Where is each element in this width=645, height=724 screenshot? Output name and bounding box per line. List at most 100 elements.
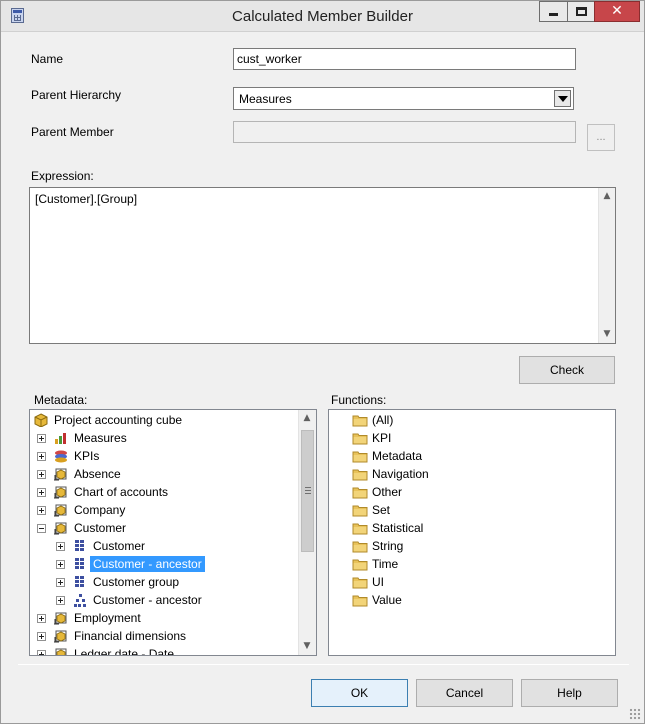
tree-row[interactable]: Value — [329, 591, 613, 609]
expand-icon[interactable] — [56, 560, 65, 569]
tree-item-label[interactable]: (All) — [369, 412, 396, 428]
folder-icon — [352, 485, 368, 499]
tree-item-label[interactable]: Absence — [71, 466, 124, 482]
metadata-scrollbar[interactable]: ▲ ▼ — [298, 410, 316, 655]
cancel-button[interactable]: Cancel — [416, 679, 513, 707]
thumb-grip — [305, 490, 311, 491]
resize-grip-icon[interactable] — [629, 708, 641, 720]
expand-icon[interactable] — [37, 506, 46, 515]
dimension-icon — [54, 647, 68, 655]
ok-button[interactable]: OK — [311, 679, 408, 707]
check-button[interactable]: Check — [519, 356, 615, 384]
tree-item-label[interactable]: Measures — [71, 430, 130, 446]
parent-member-input[interactable] — [233, 121, 576, 143]
help-button[interactable]: Help — [521, 679, 618, 707]
expand-icon[interactable] — [56, 542, 65, 551]
tree-item-label[interactable]: Ledger date - Date — [71, 646, 177, 655]
expand-icon[interactable] — [37, 488, 46, 497]
folder-icon — [352, 467, 368, 481]
collapse-icon[interactable] — [37, 524, 46, 533]
tree-item-label[interactable]: Project accounting cube — [51, 412, 185, 428]
expression-label: Expression: — [31, 169, 94, 183]
name-input[interactable]: cust_worker — [233, 48, 576, 70]
dimension-icon — [54, 629, 68, 643]
scroll-up-icon[interactable]: ▲ — [299, 410, 315, 427]
scroll-down-icon[interactable]: ▼ — [299, 638, 315, 655]
tree-item-label[interactable]: Customer - ancestor — [90, 592, 205, 608]
tree-row[interactable]: Customer — [30, 537, 298, 555]
minimize-button[interactable] — [539, 1, 567, 22]
tree-row[interactable]: Financial dimensions — [30, 627, 298, 645]
tree-row[interactable]: Ledger date - Date — [30, 645, 298, 655]
tree-item-label[interactable]: Employment — [71, 610, 144, 626]
scroll-down-icon[interactable]: ▼ — [599, 326, 615, 343]
tree-row[interactable]: KPI — [329, 429, 613, 447]
tree-row[interactable]: Employment — [30, 609, 298, 627]
parent-hierarchy-select[interactable]: Measures — [233, 87, 574, 110]
expand-icon[interactable] — [37, 470, 46, 479]
tree-row[interactable]: KPIs — [30, 447, 298, 465]
expand-icon[interactable] — [37, 650, 46, 655]
tree-row[interactable]: Company — [30, 501, 298, 519]
tree-row[interactable]: Chart of accounts — [30, 483, 298, 501]
tree-item-label[interactable]: Metadata — [369, 448, 425, 464]
expand-icon[interactable] — [37, 632, 46, 641]
tree-item-label[interactable]: Time — [369, 556, 401, 572]
tree-row[interactable]: (All) — [329, 411, 613, 429]
close-button[interactable]: ✕ — [594, 1, 640, 22]
tree-item-label[interactable]: KPI — [369, 430, 394, 446]
expand-icon[interactable] — [37, 452, 46, 461]
tree-item-label[interactable]: Value — [369, 592, 405, 608]
tree-item-label[interactable]: Customer - ancestor — [90, 556, 205, 572]
tree-row[interactable]: Customer - ancestor — [30, 591, 298, 609]
title-bar[interactable]: Calculated Member Builder ✕ — [1, 1, 644, 32]
tree-row[interactable]: UI — [329, 573, 613, 591]
dropdown-arrow-icon[interactable] — [554, 90, 571, 107]
expression-scrollbar[interactable]: ▲ ▼ — [598, 188, 615, 343]
tree-item-label[interactable]: Customer group — [90, 574, 182, 590]
parent-hierarchy-value: Measures — [239, 92, 292, 106]
tree-item-label[interactable]: Company — [71, 502, 128, 518]
expand-icon[interactable] — [56, 596, 65, 605]
scrollbar-thumb[interactable] — [301, 430, 314, 552]
expand-icon[interactable] — [37, 434, 46, 443]
tree-item-label[interactable]: String — [369, 538, 406, 554]
parent-member-label: Parent Member — [31, 125, 114, 139]
expression-editor[interactable]: [Customer].[Group] ▲ ▼ — [29, 187, 616, 344]
maximize-button[interactable] — [567, 1, 594, 22]
expand-icon[interactable] — [56, 578, 65, 587]
tree-item-label[interactable]: Chart of accounts — [71, 484, 171, 500]
tree-row[interactable]: Statistical — [329, 519, 613, 537]
expand-icon[interactable] — [37, 614, 46, 623]
functions-tree[interactable]: (All) KPI Metadata Navigation Other Set Statis… — [328, 409, 616, 656]
tree-item-label[interactable]: Set — [369, 502, 393, 518]
tree-row[interactable]: Time — [329, 555, 613, 573]
tree-row[interactable]: Navigation — [329, 465, 613, 483]
metadata-label: Metadata: — [34, 393, 88, 407]
tree-item-label[interactable]: Customer — [90, 538, 148, 554]
tree-row[interactable]: Measures — [30, 429, 298, 447]
tree-item-label[interactable]: Customer — [71, 520, 129, 536]
tree-row[interactable]: Absence — [30, 465, 298, 483]
tree-row[interactable]: Metadata — [329, 447, 613, 465]
tree-item-label[interactable]: Navigation — [369, 466, 432, 482]
tree-item-label[interactable]: Financial dimensions — [71, 628, 189, 644]
attribute-grid-icon — [73, 539, 87, 553]
tree-row[interactable]: Set — [329, 501, 613, 519]
tree-row[interactable]: Customer — [30, 519, 298, 537]
tree-row[interactable]: Other — [329, 483, 613, 501]
expression-text[interactable]: [Customer].[Group] — [35, 192, 137, 206]
tree-item-label[interactable]: UI — [369, 574, 387, 590]
thumb-grip — [305, 487, 311, 488]
parent-member-browse-button[interactable]: ... — [587, 124, 615, 151]
tree-row[interactable]: Customer - ancestor — [30, 555, 298, 573]
tree-row[interactable]: Project accounting cube — [30, 411, 298, 429]
tree-item-label[interactable]: Statistical — [369, 520, 426, 536]
tree-item-label[interactable]: Other — [369, 484, 405, 500]
metadata-tree[interactable]: Project accounting cube Measures KPIs Absen… — [29, 409, 317, 656]
tree-row[interactable]: Customer group — [30, 573, 298, 591]
thumb-grip — [305, 493, 311, 494]
tree-item-label[interactable]: KPIs — [71, 448, 102, 464]
tree-row[interactable]: String — [329, 537, 613, 555]
scroll-up-icon[interactable]: ▲ — [599, 188, 615, 205]
